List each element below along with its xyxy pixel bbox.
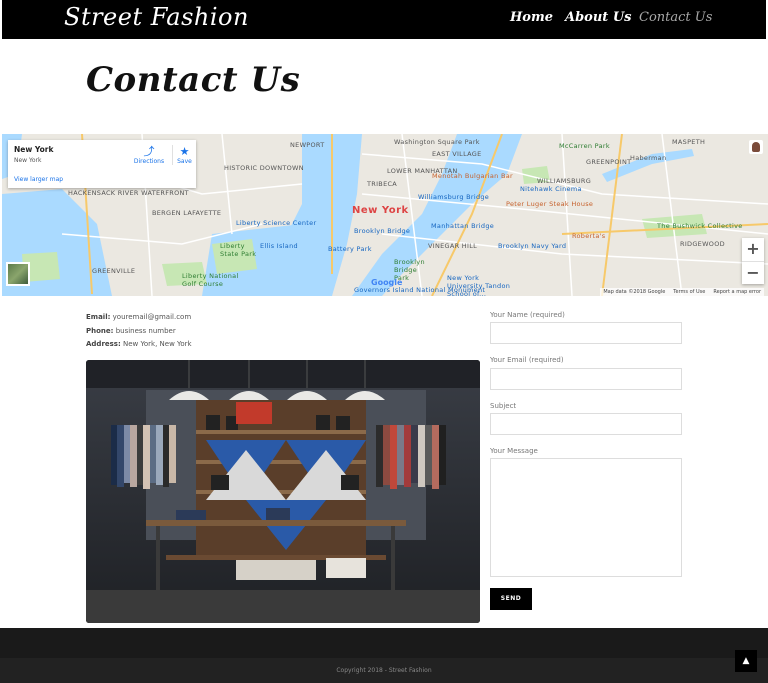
map-label-governors-island: Governors Island National Monument: [354, 286, 486, 294]
page-title: Contact Us: [86, 60, 301, 100]
nav-contact-link[interactable]: Contact Us: [639, 10, 712, 25]
map-label-newport: NEWPORT: [290, 141, 325, 149]
map-label-new-york: New York: [352, 205, 409, 216]
map-attribution: Map data ©2018 Google Terms of Use Repor…: [600, 288, 764, 296]
message-field-label: Your Message: [490, 447, 538, 455]
zoom-out-button[interactable]: −: [742, 262, 764, 285]
name-field[interactable]: [490, 322, 682, 344]
map-label-haberman: Haberman: [630, 154, 667, 162]
name-field-label: Your Name (required): [490, 311, 565, 319]
site-footer: Copyright 2018 - Street Fashion: [0, 628, 768, 683]
address-value: New York, New York: [123, 340, 192, 348]
footer-top-band: [0, 628, 768, 658]
phone-value: business number: [115, 326, 176, 335]
map-data-credit: Map data ©2018 Google: [603, 289, 666, 295]
map-label-nitehawk: Nitehawk Cinema: [520, 185, 582, 193]
store-interior-illustration: [86, 360, 480, 623]
google-map[interactable]: NEWPORT Washington Square Park EAST VILL…: [2, 134, 768, 296]
map-label-peter-luger: Peter Luger Steak House: [506, 200, 594, 208]
map-label-robertas: Roberta's: [572, 232, 606, 240]
directions-label: Directions: [133, 158, 165, 165]
map-label-mccarren: McCarren Park: [559, 142, 610, 150]
map-label-bergen: BERGEN LAFAYETTE: [152, 209, 222, 217]
view-larger-map-link[interactable]: View larger map: [14, 176, 63, 183]
directions-button[interactable]: ⤴ Directions: [130, 145, 168, 165]
map-label-williamsburg-bridge: Williamsburg Bridge: [418, 193, 490, 201]
map-label-williamsburg: WILLIAMSBURG: [537, 177, 592, 185]
map-label-maspeth: MASPETH: [672, 138, 706, 146]
phone-label: Phone:: [86, 326, 114, 335]
map-label-brooklyn-bridge: Brooklyn Bridge: [354, 227, 411, 235]
map-place-subtitle: New York: [14, 157, 42, 164]
subject-field[interactable]: [490, 413, 682, 435]
send-button[interactable]: SEND: [490, 588, 532, 610]
map-report-link[interactable]: Report a map error: [713, 289, 761, 295]
star-icon: ★: [179, 145, 190, 158]
contact-address-row: Address: New York, New York: [86, 338, 192, 352]
pegman-icon: [752, 142, 760, 152]
map-label-liberty-national: Liberty National Golf Course: [182, 272, 239, 288]
map-label-battery-park: Battery Park: [328, 245, 372, 253]
nav-about-link[interactable]: About Us: [565, 10, 632, 25]
map-label-liberty-state-park: Liberty State Park: [220, 242, 257, 258]
map-label-tribeca: TRIBECA: [367, 180, 398, 188]
map-label-ellis-island: Ellis Island: [260, 242, 298, 250]
map-label-menotah: Menotah Bulgarian Bar: [432, 172, 513, 180]
map-label-manhattan-bridge: Manhattan Bridge: [431, 222, 495, 230]
map-label-east-village: EAST VILLAGE: [432, 150, 482, 158]
satellite-toggle[interactable]: [6, 262, 30, 286]
copyright-text: Copyright 2018 - Street Fashion: [336, 667, 432, 674]
map-label-bushwick: The Bushwick Collective: [657, 222, 743, 230]
save-place-button[interactable]: ★ Save: [172, 145, 196, 165]
map-label-greenpoint: GREENPOINT: [586, 158, 632, 166]
email-label: Email:: [86, 313, 111, 321]
google-logo: Google: [371, 278, 403, 287]
map-label-hackensack: HACKENSACK RIVER WATERFRONT: [68, 189, 189, 197]
map-label-historic-downtown: HISTORIC DOWNTOWN: [224, 164, 304, 172]
map-label-vinegar-hill: VINEGAR HILL: [428, 242, 478, 250]
map-zoom-control: + −: [742, 238, 764, 284]
subject-field-label: Subject: [490, 402, 517, 410]
email-field-label: Your Email (required): [490, 356, 564, 364]
chevron-up-icon: ▲: [742, 656, 750, 666]
map-label-washington-square: Washington Square Park: [394, 138, 480, 146]
save-label: Save: [177, 158, 192, 165]
store-interior-photo: [86, 360, 480, 623]
street-view-pegman[interactable]: [749, 140, 763, 154]
contact-email-row: Email: youremail@gmail.com: [86, 311, 192, 325]
map-place-name: New York: [14, 145, 54, 154]
scroll-to-top-button[interactable]: ▲: [735, 650, 757, 672]
directions-icon: ⤴: [143, 145, 155, 158]
brand-logo[interactable]: Street Fashion: [64, 3, 249, 31]
map-label-ridgewood: RIDGEWOOD: [680, 240, 725, 248]
email-field[interactable]: [490, 368, 682, 390]
nav-home-link[interactable]: Home: [510, 10, 553, 25]
address-label: Address:: [86, 340, 121, 348]
zoom-in-button[interactable]: +: [742, 238, 764, 261]
map-label-greenville: GREENVILLE: [92, 267, 136, 275]
map-place-card: New York New York View larger map ⤴ Dire…: [8, 140, 196, 188]
map-terms-link[interactable]: Terms of Use: [673, 289, 705, 295]
email-value: youremail@gmail.com: [112, 313, 192, 321]
map-label-navy-yard: Brooklyn Navy Yard: [498, 242, 567, 250]
map-label-liberty-science: Liberty Science Center: [236, 219, 317, 227]
contact-phone-row: Phone: business number: [86, 325, 192, 339]
message-textarea[interactable]: [490, 458, 682, 577]
contact-info: Email: youremail@gmail.com Phone: busine…: [86, 311, 192, 352]
top-navbar: Street Fashion Home About Us Contact Us: [2, 0, 766, 39]
